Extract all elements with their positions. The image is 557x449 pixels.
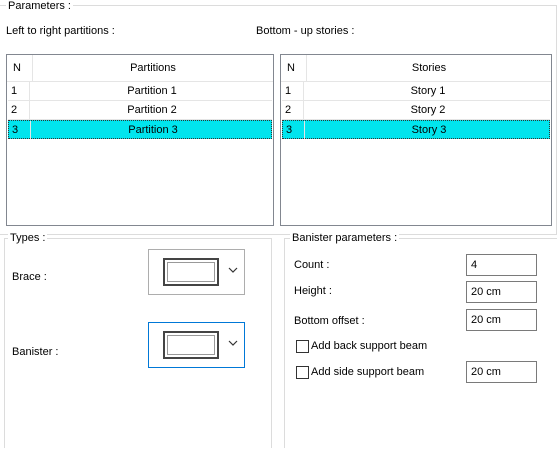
story-row-name: Story 1: [410, 85, 446, 97]
partition-row-name: Partition 2: [127, 104, 177, 116]
banister-label: Banister :: [12, 346, 59, 358]
column-header-stories[interactable]: Stories: [307, 55, 551, 81]
bottom-offset-input[interactable]: 20 cm: [466, 309, 537, 331]
story-row-n: 2: [282, 101, 304, 119]
partitions-label: Left to right partitions :: [6, 25, 115, 37]
side-support-beam-input[interactable]: 20 cm: [466, 361, 537, 383]
story-row-3-selected[interactable]: 3 Story 3: [282, 120, 550, 139]
story-row-1[interactable]: 1 Story 1: [282, 82, 550, 101]
partition-row-name: Partition 1: [127, 85, 177, 97]
height-label: Height :: [294, 285, 332, 297]
back-support-beam-label[interactable]: Add back support beam: [311, 340, 427, 353]
story-row-name: Story 2: [410, 104, 446, 116]
chevron-down-icon: [228, 267, 238, 273]
stories-grid[interactable]: N Stories 1 Story 1 2 Story 2 3 Story 3: [280, 54, 552, 226]
partition-row-name: Partition 3: [128, 124, 178, 136]
partition-row-n: 1: [8, 82, 30, 100]
partitions-grid-header: N Partitions: [7, 55, 273, 82]
column-header-n[interactable]: N: [281, 55, 307, 81]
partition-row-n: 2: [8, 101, 30, 119]
stories-label: Bottom - up stories :: [256, 25, 355, 37]
back-support-beam-checkbox[interactable]: [296, 340, 309, 353]
partition-row-n: 3: [9, 121, 31, 139]
partition-row-1[interactable]: 1 Partition 1: [8, 82, 272, 101]
partition-row-2[interactable]: 2 Partition 2: [8, 101, 272, 120]
column-header-n[interactable]: N: [7, 55, 33, 81]
story-row-n: 3: [283, 121, 305, 139]
partition-row-3-selected[interactable]: 3 Partition 3: [8, 120, 272, 139]
count-input[interactable]: 4: [466, 254, 537, 276]
rectangle-swatch-icon: [163, 258, 219, 286]
story-row-name: Story 3: [411, 124, 447, 136]
story-row-n: 1: [282, 82, 304, 100]
chevron-down-icon: [228, 340, 238, 346]
banister-type-combobox[interactable]: [148, 322, 245, 368]
types-title: Types :: [8, 232, 48, 245]
rectangle-swatch-icon: [163, 331, 219, 359]
bottom-offset-label: Bottom offset :: [294, 315, 365, 327]
partitions-grid[interactable]: N Partitions 1 Partition 1 2 Partition 2…: [6, 54, 274, 226]
brace-label: Brace :: [12, 271, 47, 283]
stories-grid-header: N Stories: [281, 55, 551, 82]
brace-type-combobox[interactable]: [148, 249, 245, 295]
story-row-2[interactable]: 2 Story 2: [282, 101, 550, 120]
count-label: Count :: [294, 259, 330, 271]
banister-parameters-title: Banister parameters :: [290, 232, 400, 245]
side-support-beam-label[interactable]: Add side support beam: [311, 366, 424, 379]
side-support-beam-checkbox[interactable]: [296, 366, 309, 379]
column-header-partitions[interactable]: Partitions: [33, 55, 273, 81]
parameters-title: Parameters :: [6, 0, 73, 13]
height-input[interactable]: 20 cm: [466, 281, 537, 303]
